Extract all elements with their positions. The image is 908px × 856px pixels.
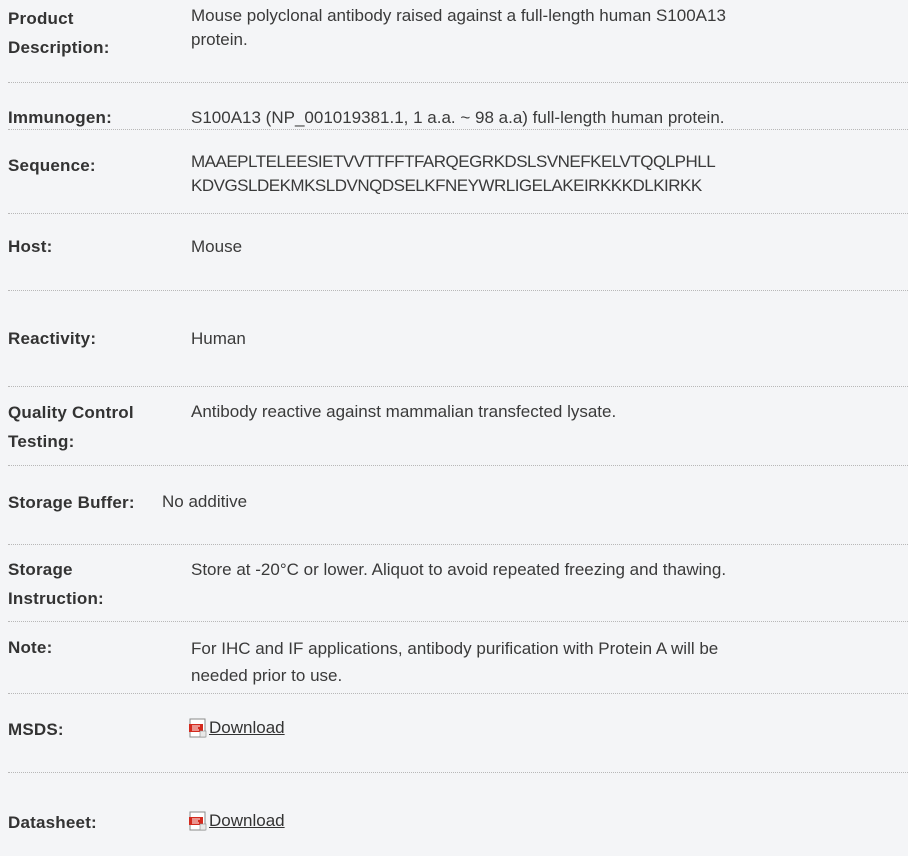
row-divider <box>8 213 908 214</box>
value-product-description: Mouse polyclonal antibody raised against… <box>191 4 908 52</box>
row-divider <box>8 129 908 130</box>
sequence-line: MAAEPLTELEESIETVVTTFFTFARQEGRKDSLSVNEFKE… <box>191 152 716 171</box>
label-line: Testing: <box>8 432 75 451</box>
value-host: Mouse <box>191 237 243 256</box>
label-sequence: Sequence: <box>8 156 96 175</box>
label-host: Host: <box>8 237 53 256</box>
row-divider <box>8 544 908 545</box>
value-quality-control-testing: Antibody reactive against mammalian tran… <box>191 402 617 421</box>
row-divider <box>8 82 908 83</box>
label-line: Storage <box>8 560 73 579</box>
row-divider <box>8 465 908 466</box>
value-line: For IHC and IF applications, antibody pu… <box>191 639 719 658</box>
row-divider <box>8 693 908 694</box>
label-line: Description: <box>8 38 110 57</box>
row-divider <box>8 772 908 773</box>
value-note: For IHC and IF applications, antibody pu… <box>191 635 908 689</box>
row-divider <box>8 386 908 387</box>
pdf-icon <box>189 718 207 738</box>
value-storage-buffer: No additive <box>162 492 248 511</box>
datasheet-download-link[interactable]: Download <box>189 809 285 833</box>
datasheet-download-text[interactable]: Download <box>209 809 285 833</box>
label-line: Product <box>8 9 74 28</box>
label-immunogen: Immunogen: <box>8 108 112 127</box>
label-msds: MSDS: <box>8 720 64 739</box>
row-divider <box>8 290 908 291</box>
value-line: protein. <box>191 30 248 49</box>
label-storage-instruction: Storage Instruction: <box>8 555 188 613</box>
value-reactivity: Human <box>191 329 246 348</box>
value-line: needed prior to use. <box>191 666 343 685</box>
label-product-description: Product Description: <box>8 4 188 62</box>
label-line: Quality Control <box>8 403 134 422</box>
row-divider <box>8 621 908 622</box>
label-line: Instruction: <box>8 589 104 608</box>
label-datasheet: Datasheet: <box>8 813 97 832</box>
value-line: Mouse polyclonal antibody raised against… <box>191 6 726 25</box>
label-reactivity: Reactivity: <box>8 329 97 348</box>
msds-download-text[interactable]: Download <box>209 716 285 740</box>
label-quality-control-testing: Quality Control Testing: <box>8 398 188 456</box>
sequence-line: KDVGSLDEKMKSLDVNQDSELKFNEYWRLIGELAKEIRKK… <box>191 176 702 195</box>
label-storage-buffer: Storage Buffer: <box>8 493 135 512</box>
label-note: Note: <box>8 638 53 657</box>
value-datasheet: Download <box>189 809 906 838</box>
value-msds: Download <box>189 716 906 745</box>
value-immunogen: S100A13 (NP_001019381.1, 1 a.a. ~ 98 a.a… <box>191 108 725 127</box>
value-sequence: MAAEPLTELEESIETVVTTFFTFARQEGRKDSLSVNEFKE… <box>191 150 908 198</box>
msds-download-link[interactable]: Download <box>189 716 285 740</box>
value-storage-instruction: Store at -20°C or lower. Aliquot to avoi… <box>191 560 727 579</box>
pdf-icon <box>189 811 207 831</box>
